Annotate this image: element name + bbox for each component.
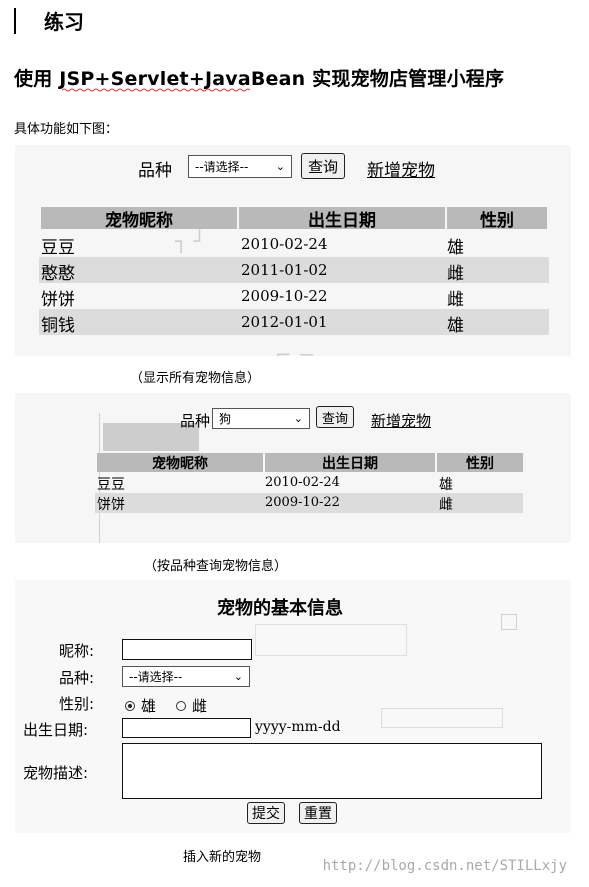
column-header-nickname: 宠物昵称 (41, 207, 237, 231)
reset-button[interactable]: 重置 (299, 802, 337, 824)
spellcheck-underline (62, 88, 251, 92)
birthdate-input[interactable] (122, 718, 251, 738)
table-row: 豆豆 2010-02-24 雄 (95, 473, 523, 493)
cell-birthdate: 2010-02-24 (265, 475, 340, 490)
description-label: 宠物描述: (23, 764, 89, 782)
birthdate-label: 出生日期: (23, 721, 89, 739)
add-pet-link[interactable]: 新增宠物 (367, 156, 435, 181)
breed-select[interactable]: 狗 ⌄ (212, 408, 310, 429)
gender-label: 性别: (59, 695, 95, 713)
cell-nickname: 饼饼 (41, 290, 75, 310)
breed-select-value: 狗 (219, 412, 232, 426)
cell-birthdate: 2011-01-02 (241, 261, 328, 279)
cell-gender: 雄 (439, 477, 453, 493)
query-button[interactable]: 查询 (301, 153, 345, 179)
torn-edge (15, 543, 571, 551)
cell-gender: 雌 (447, 264, 464, 284)
table-row: 饼饼 2009-10-22 雌 (95, 493, 523, 513)
gender-options: 雄 雌 (125, 695, 207, 716)
cell-nickname: 豆豆 (41, 238, 75, 258)
column-header-birthdate: 出生日期 (265, 453, 435, 472)
birthdate-hint: yyyy-mm-dd (255, 719, 341, 735)
breed-label: 品种 (138, 161, 172, 181)
heading-bar (14, 8, 16, 34)
page-title: 练习 (44, 10, 84, 34)
column-header-gender: 性别 (447, 207, 547, 231)
cell-gender: 雌 (439, 497, 453, 513)
breed-select[interactable]: --请选择-- ⌄ (188, 155, 292, 178)
add-pet-link[interactable]: 新增宠物 (371, 410, 431, 431)
ghost-field (381, 708, 503, 728)
cell-nickname: 憨憨 (41, 264, 75, 284)
cell-nickname: 豆豆 (97, 477, 125, 493)
radio-male-label: 雄 (141, 697, 157, 715)
cell-gender: 雄 (447, 316, 464, 336)
table-row: 豆豆 2010-02-24 雄 (39, 231, 549, 258)
radio-female[interactable] (176, 700, 187, 711)
cell-birthdate: 2009-10-22 (241, 287, 328, 305)
chevron-down-icon: ⌄ (293, 412, 303, 425)
column-header-nickname: 宠物昵称 (97, 453, 263, 472)
watermark: http://blog.csdn.net/STILLxjy (322, 858, 567, 874)
pet-table: 豆豆 2010-02-24 雄 饼饼 2009-10-22 雌 (95, 473, 523, 513)
caption-list-all: （显示所有宠物信息） (130, 371, 261, 386)
screenshot-list-all: ┐ ┘ ⌐ ¬ 品种 --请选择-- ⌄ 查询 新增宠物 宠物昵称 出生日期 性… (15, 145, 571, 356)
radio-female-label: 雌 (192, 697, 208, 715)
breed-select-value: --请选择-- (195, 160, 249, 174)
column-header-gender: 性别 (437, 453, 523, 472)
nickname-label: 昵称: (59, 642, 95, 660)
intro-text: 具体功能如下图： (14, 122, 119, 137)
ghost-checkbox (501, 614, 517, 630)
section-title: 使用 JSP+Servlet+JavaBean 实现宠物店管理小程序 (14, 68, 505, 90)
cell-gender: 雌 (447, 290, 464, 310)
submit-button[interactable]: 提交 (247, 802, 285, 824)
cell-nickname: 饼饼 (97, 497, 125, 513)
cell-gender: 雄 (447, 238, 464, 258)
cell-birthdate: 2009-10-22 (265, 495, 340, 510)
pet-table: 豆豆 2010-02-24 雄 憨憨 2011-01-02 雌 饼饼 2009-… (39, 231, 549, 336)
caption-insert-pet: 插入新的宠物 (183, 850, 262, 865)
column-header-birthdate: 出生日期 (239, 207, 445, 231)
screenshot-insert-pet: 宠物的基本信息 昵称: 品种: --请选择-- ⌄ 性别: 雄 雌 出生日期: … (15, 580, 571, 833)
caption-query-by-breed: （按品种查询宠物信息） (144, 559, 288, 574)
ghost-text: ⌐ ¬ (275, 343, 315, 356)
breed-select-value: --请选择-- (129, 670, 183, 684)
query-button[interactable]: 查询 (316, 406, 354, 428)
table-row: 铜钱 2012-01-01 雄 (39, 309, 549, 336)
description-textarea[interactable] (122, 743, 542, 799)
breed-label: 品种: (59, 669, 95, 687)
chevron-down-icon: ⌄ (233, 670, 243, 683)
cell-nickname: 铜钱 (41, 316, 75, 336)
table-row: 憨憨 2011-01-02 雌 (39, 257, 549, 284)
radio-male[interactable] (125, 700, 135, 711)
breed-select[interactable]: --请选择-- ⌄ (122, 666, 250, 687)
ghost-box (255, 624, 407, 656)
form-title: 宠物的基本信息 (217, 598, 343, 619)
cell-birthdate: 2010-02-24 (241, 235, 328, 253)
nickname-input[interactable] (122, 639, 252, 660)
table-row: 饼饼 2009-10-22 雌 (39, 283, 549, 310)
breed-label: 品种 (180, 412, 211, 430)
cell-birthdate: 2012-01-01 (241, 313, 328, 331)
chevron-down-icon: ⌄ (275, 160, 285, 173)
screenshot-query-by-breed: 品种 狗 ⌄ 查询 新增宠物 宠物昵称 出生日期 性别 豆豆 2010-02-2… (15, 393, 571, 551)
